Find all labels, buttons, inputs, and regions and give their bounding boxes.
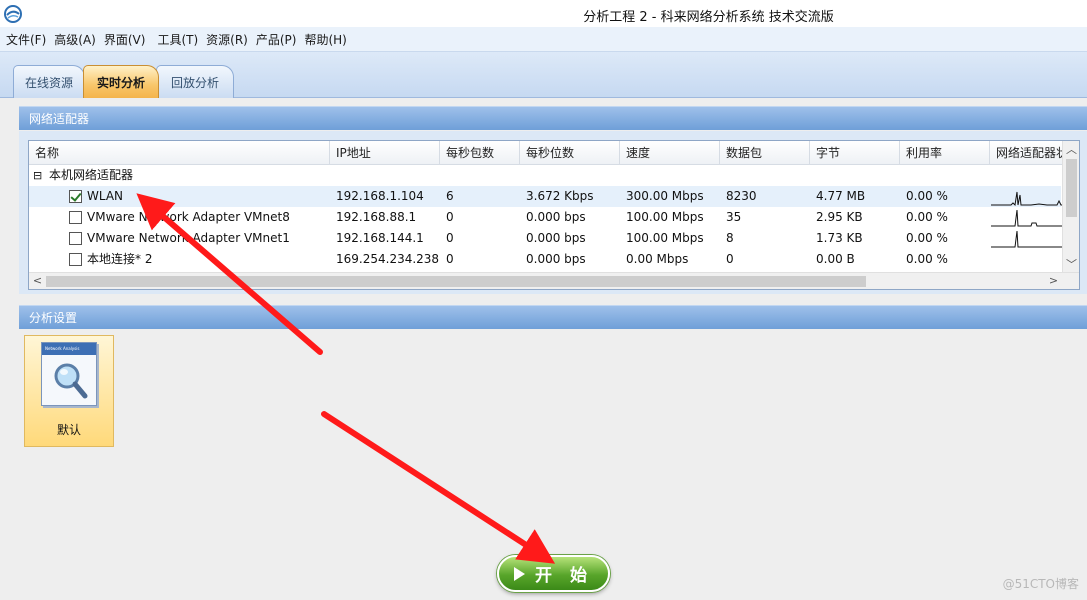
menu-advanced[interactable]: 高级(A) [50, 31, 100, 48]
menu-products[interactable]: 产品(P) [252, 31, 301, 48]
vertical-scrollbar[interactable]: ︿ ﹀ [1062, 141, 1079, 273]
adapter-bps: 0.000 bps [526, 210, 586, 224]
menu-file[interactable]: 文件(F) [2, 31, 50, 48]
tab-online-resources[interactable]: 在线资源 [13, 65, 85, 98]
tab-playback-analysis[interactable]: 回放分析 [156, 65, 234, 98]
magnifier-icon [54, 363, 88, 399]
window-title: 分析工程 2 - 科来网络分析系统 技术交流版 [583, 10, 834, 25]
menu-resources[interactable]: 资源(R) [202, 31, 252, 48]
watermark: @51CTO博客 [1002, 577, 1079, 591]
adapter-utilization: 0.00 % [906, 231, 948, 245]
scroll-up-icon[interactable]: ︿ [1063, 141, 1079, 158]
column-bps[interactable]: 每秒位数 [520, 141, 620, 165]
scroll-right-icon[interactable]: > [1045, 272, 1062, 289]
title-bar: 分析工程 2 - 科来网络分析系统 技术交流版 [0, 0, 1087, 27]
vertical-scroll-thumb[interactable] [1066, 159, 1077, 217]
column-adapter-status[interactable]: 网络适配器状态 [990, 141, 1066, 165]
table-header: 名称 IP地址 每秒包数 每秒位数 速度 数据包 字节 利用率 网络适配器状态 [29, 141, 1079, 165]
adapter-packets: 8230 [726, 189, 757, 203]
scroll-down-icon[interactable]: ﹀ [1063, 256, 1079, 273]
adapter-utilization: 0.00 % [906, 252, 948, 266]
settings-panel-header: 分析设置 [19, 305, 1087, 329]
menu-bar: 文件(F) 高级(A) 界面(V) 工具(T) 资源(R) 产品(P) 帮助(H… [0, 27, 1087, 52]
adapter-pps: 0 [446, 252, 454, 266]
adapter-name: 本地连接* 2 [87, 252, 153, 266]
table-row[interactable]: WLAN 192.168.1.104 6 3.672 Kbps 300.00 M… [29, 186, 1063, 207]
adapter-bytes: 0.00 B [816, 252, 855, 266]
adapter-pps: 0 [446, 210, 454, 224]
column-pps[interactable]: 每秒包数 [440, 141, 520, 165]
adapter-name: VMware Network Adapter VMnet1 [87, 231, 290, 245]
adapter-bps: 0.000 bps [526, 231, 586, 245]
column-packets[interactable]: 数据包 [720, 141, 810, 165]
adapter-ip: 192.168.144.1 [336, 231, 424, 245]
adapter-packets: 0 [726, 252, 734, 266]
column-utilization[interactable]: 利用率 [900, 141, 990, 165]
adapter-panel-header: 网络适配器 [19, 106, 1087, 130]
adapter-ip: 192.168.1.104 [336, 189, 424, 203]
group-label: 本机网络适配器 [49, 168, 134, 182]
column-name[interactable]: 名称 [29, 141, 330, 165]
tab-realtime-analysis[interactable]: 实时分析 [83, 65, 159, 98]
adapter-panel-title: 网络适配器 [29, 112, 90, 126]
adapter-name: VMware Network Adapter VMnet8 [87, 210, 290, 224]
adapter-bps: 0.000 bps [526, 252, 586, 266]
adapter-speed: 100.00 Mbps [626, 231, 704, 245]
table-row[interactable]: VMware Network Adapter VMnet1 192.168.14… [29, 228, 1063, 249]
adapter-bytes: 2.95 KB [816, 210, 863, 224]
horizontal-scroll-thumb[interactable] [46, 276, 866, 287]
start-button-label: 开 始 [535, 566, 593, 586]
adapter-packets: 35 [726, 210, 742, 224]
group-row-local-adapters[interactable]: ⊟ 本机网络适配器 [29, 165, 1061, 185]
preset-default[interactable]: Network Analysis 默认 [24, 335, 114, 447]
adapter-ip: 192.168.88.1 [336, 210, 417, 224]
adapter-table: 名称 IP地址 每秒包数 每秒位数 速度 数据包 字节 利用率 网络适配器状态 … [28, 140, 1080, 290]
preset-label: 默认 [56, 423, 81, 437]
adapter-utilization: 0.00 % [906, 210, 948, 224]
table-row[interactable]: 本地连接* 2 169.254.234.238 0 0.000 bps 0.00… [29, 249, 1061, 270]
start-button[interactable]: 开 始 [497, 555, 610, 592]
adapter-bytes: 1.73 KB [816, 231, 863, 245]
adapter-ip: 169.254.234.238 [336, 252, 440, 266]
horizontal-scrollbar[interactable]: < > [29, 272, 1079, 289]
adapter-name: WLAN [87, 189, 124, 203]
menu-tools[interactable]: 工具(T) [153, 31, 202, 48]
column-bytes[interactable]: 字节 [810, 141, 900, 165]
adapter-utilization: 0.00 % [906, 189, 948, 203]
column-ip[interactable]: IP地址 [330, 141, 440, 165]
preset-icon-caption: Network Analysis [42, 343, 96, 355]
adapter-speed: 100.00 Mbps [626, 210, 704, 224]
play-icon [514, 566, 526, 581]
adapter-speed: 300.00 Mbps [626, 189, 704, 203]
adapter-pps: 0 [446, 231, 454, 245]
menu-view[interactable]: 界面(V) [100, 31, 150, 48]
adapter-bytes: 4.77 MB [816, 189, 866, 203]
adapter-traffic-sparkline [991, 230, 1063, 248]
network-analysis-magnifier-icon: Network Analysis [41, 342, 97, 406]
tab-strip: 在线资源 实时分析 回放分析 [0, 52, 1087, 98]
scroll-left-icon[interactable]: < [29, 272, 46, 289]
settings-panel-title: 分析设置 [29, 311, 78, 325]
column-speed[interactable]: 速度 [620, 141, 720, 165]
adapter-speed: 0.00 Mbps [626, 252, 689, 266]
adapter-traffic-sparkline [991, 209, 1063, 227]
adapter-packets: 8 [726, 231, 734, 245]
adapter-pps: 6 [446, 189, 454, 203]
table-row[interactable]: VMware Network Adapter VMnet8 192.168.88… [29, 207, 1063, 228]
adapter-bps: 3.672 Kbps [526, 189, 594, 203]
adapter-traffic-sparkline [991, 191, 1063, 207]
collapse-icon[interactable]: ⊟ [29, 165, 42, 186]
menu-help[interactable]: 帮助(H) [300, 31, 350, 48]
